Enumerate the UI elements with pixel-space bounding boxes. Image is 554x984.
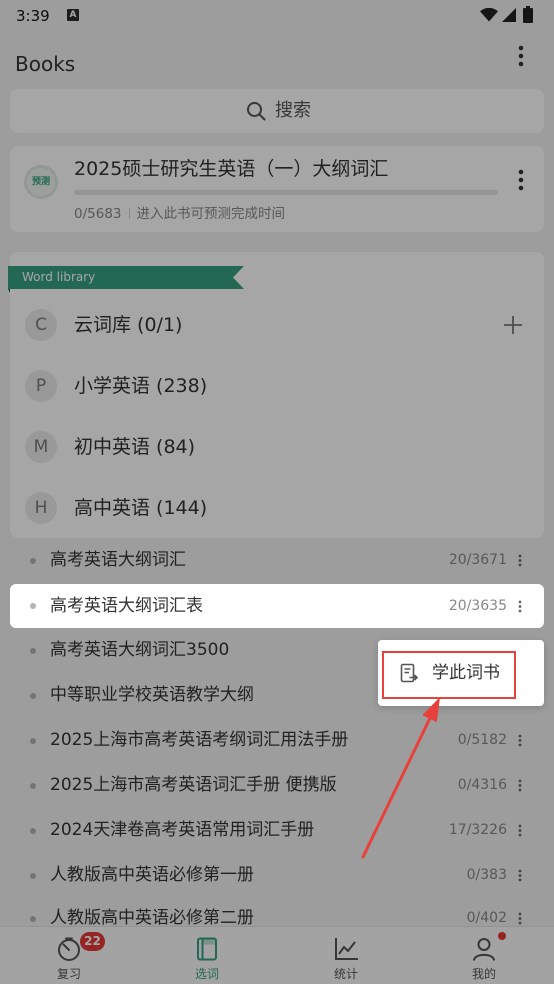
list-item-selected[interactable]: 高考英语大纲词汇表 20/3635 — [10, 584, 544, 628]
book-progress: 20/3635 — [448, 598, 507, 614]
app-screen: 3:39 A Books 搜索 预测 2025硕士研究生英语（一）大纲词汇 0/… — [0, 0, 554, 984]
annotation-highlight-box — [382, 651, 516, 699]
more-vert-icon[interactable] — [514, 600, 526, 613]
book-name: 高考英语大纲词汇表 — [50, 596, 203, 616]
dim-overlay[interactable] — [0, 0, 554, 984]
bullet — [30, 603, 36, 609]
